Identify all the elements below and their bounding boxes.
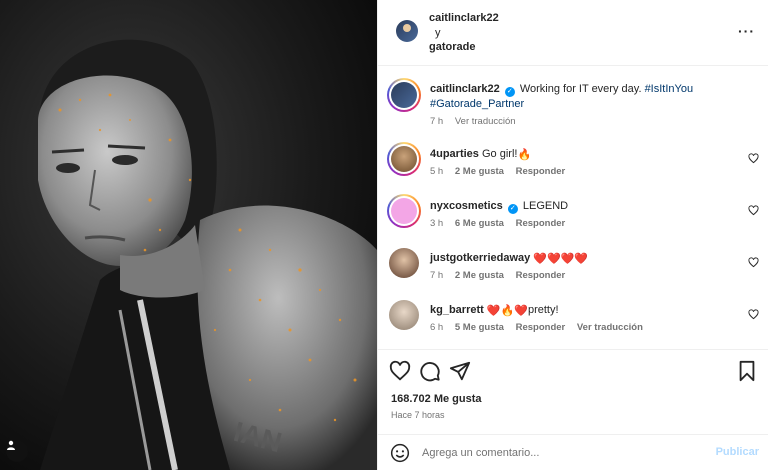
verified-badge-icon: ✓: [504, 87, 515, 97]
comment-composer: Publicar: [378, 434, 768, 470]
avatar[interactable]: [387, 78, 421, 112]
post-actions: 168.702 Me gusta Hace 7 horas: [378, 349, 768, 434]
post-photo[interactable]: IAN: [0, 0, 377, 470]
reply-button[interactable]: Responder: [516, 166, 566, 177]
like-comment-heart-icon[interactable]: [748, 257, 759, 268]
comment-meta: 7 h 2 Me gusta Responder: [430, 270, 574, 281]
avatar[interactable]: [389, 248, 419, 278]
reply-button[interactable]: Responder: [516, 218, 566, 229]
comment-text: 4uparties Go girl!🔥: [430, 147, 531, 163]
timestamp: 3 h: [430, 218, 444, 229]
reply-button[interactable]: Responder: [516, 322, 566, 333]
heart-fire-emoji: ❤️🔥❤️: [486, 305, 528, 317]
athlete-portrait-image: IAN: [0, 0, 377, 470]
comment-username[interactable]: nyxcosmetics: [430, 200, 503, 212]
user-icon: [7, 440, 15, 450]
author-username[interactable]: caitlinclark22: [429, 12, 499, 24]
caption-text: caitlinclark22 ✓ Working for IT every da…: [430, 82, 750, 112]
post-side-panel: caitlinclark22 y gatorade ··· caitlincla…: [377, 0, 768, 470]
like-comment-heart-icon[interactable]: [748, 205, 759, 216]
avatar[interactable]: [389, 300, 419, 330]
avatar[interactable]: [396, 20, 418, 42]
comment-body: LEGEND: [522, 200, 569, 212]
comment-icon[interactable]: [419, 360, 441, 382]
more-horizontal-icon[interactable]: ···: [738, 24, 755, 38]
see-translation-link[interactable]: Ver traducción: [455, 116, 516, 127]
comment-row: justgotkerriedaway ❤️❤️❤️❤️ 7 h 2 Me gus…: [378, 246, 768, 286]
conjunction-text: y: [435, 27, 441, 39]
comment-likes[interactable]: 2 Me gusta: [455, 166, 504, 177]
comment-row: nyxcosmetics ✓ LEGEND 3 h 6 Me gusta Res…: [378, 194, 768, 234]
comment-row: kg_barrett ❤️🔥❤️pretty! 6 h 5 Me gusta R…: [378, 298, 768, 338]
comment-likes[interactable]: 5 Me gusta: [455, 322, 504, 333]
comment-input[interactable]: [422, 443, 692, 463]
caption-meta: 7 h Ver traducción: [430, 116, 525, 127]
hashtag-link[interactable]: #Gatorade_Partner: [430, 98, 524, 110]
avatar[interactable]: [387, 194, 421, 228]
comment-username[interactable]: 4uparties: [430, 148, 479, 160]
comment-likes[interactable]: 2 Me gusta: [455, 270, 504, 281]
publish-button[interactable]: Publicar: [716, 446, 759, 458]
tagged-users-button[interactable]: [6, 440, 28, 462]
timestamp: 7 h: [430, 116, 444, 127]
comment-text: justgotkerriedaway ❤️❤️❤️❤️: [430, 251, 588, 267]
bookmark-icon[interactable]: [736, 360, 758, 382]
post-header: caitlinclark22 y gatorade ···: [378, 0, 768, 66]
comment-text: nyxcosmetics ✓ LEGEND: [430, 199, 568, 214]
comment-meta: 3 h 6 Me gusta Responder: [430, 218, 574, 229]
comment-meta: 6 h 5 Me gusta Responder Ver traducción: [430, 322, 652, 333]
comment-meta: 5 h 2 Me gusta Responder: [430, 166, 574, 177]
post-timestamp: Hace 7 horas: [391, 410, 445, 420]
like-count[interactable]: 168.702 Me gusta: [391, 393, 482, 405]
share-icon[interactable]: [449, 360, 471, 382]
comment-likes[interactable]: 6 Me gusta: [455, 218, 504, 229]
comment-body: Go girl!: [481, 148, 518, 160]
emoji-picker-icon[interactable]: [390, 443, 410, 463]
like-comment-heart-icon[interactable]: [748, 309, 759, 320]
heart-icon[interactable]: [389, 360, 411, 382]
comments-list: caitlinclark22 ✓ Working for IT every da…: [378, 66, 768, 349]
comment-body: pretty!: [527, 304, 559, 316]
hashtag-link[interactable]: #IsItInYou: [645, 83, 694, 95]
reply-button[interactable]: Responder: [516, 270, 566, 281]
comment-username[interactable]: kg_barrett: [430, 304, 484, 316]
timestamp: 6 h: [430, 322, 444, 333]
comment-username[interactable]: justgotkerriedaway: [430, 252, 530, 264]
hearts-emoji: ❤️❤️❤️❤️: [533, 253, 589, 265]
fire-emoji: 🔥: [517, 149, 532, 161]
collab-username[interactable]: gatorade: [429, 41, 475, 53]
caption-body: Working for IT every day.: [519, 83, 642, 95]
caption-row: caitlinclark22 ✓ Working for IT every da…: [378, 78, 768, 130]
timestamp: 7 h: [430, 270, 444, 281]
see-translation-link[interactable]: Ver traducción: [577, 322, 643, 333]
comment-row: 4uparties Go girl!🔥 5 h 2 Me gusta Respo…: [378, 142, 768, 182]
caption-username[interactable]: caitlinclark22: [430, 83, 500, 95]
comment-text: kg_barrett ❤️🔥❤️pretty!: [430, 303, 559, 319]
timestamp: 5 h: [430, 166, 444, 177]
like-comment-heart-icon[interactable]: [748, 153, 759, 164]
verified-badge-icon: ✓: [507, 204, 518, 214]
avatar[interactable]: [387, 142, 421, 176]
